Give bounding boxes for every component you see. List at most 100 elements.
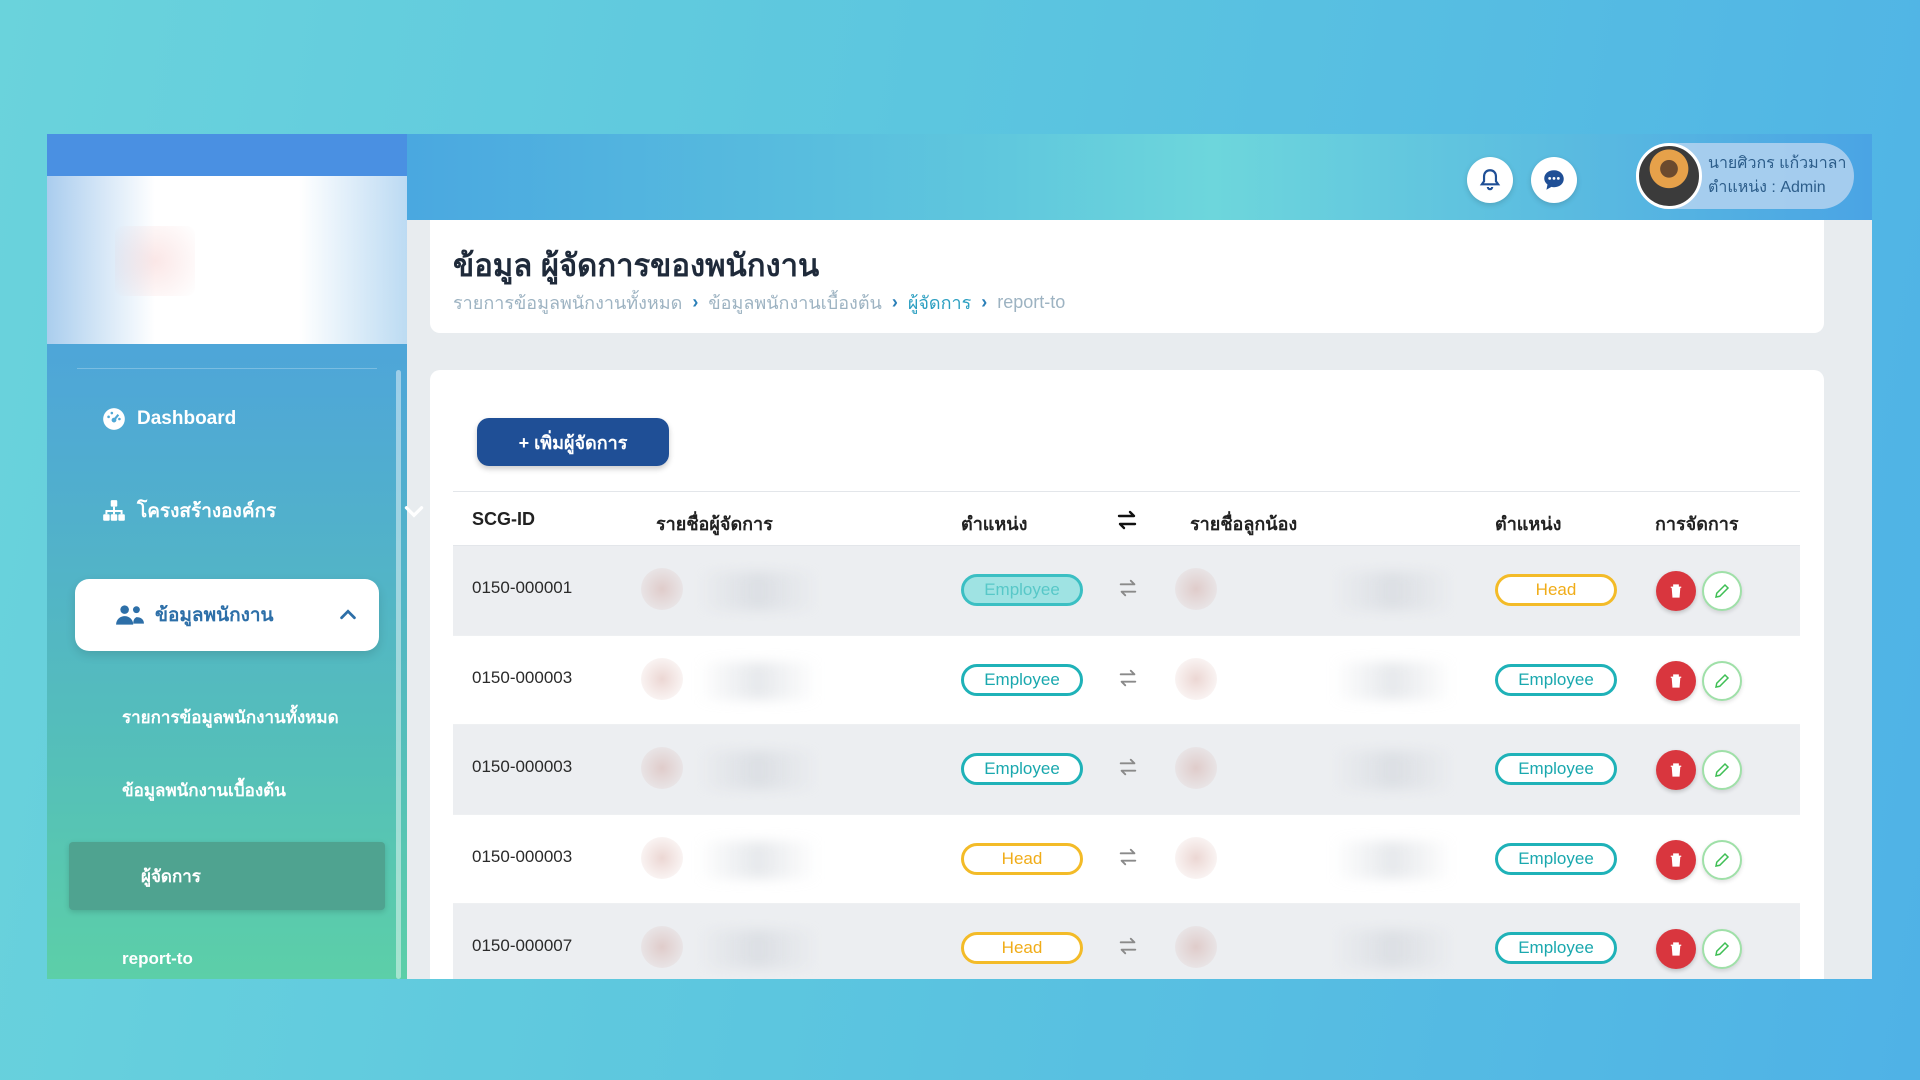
- delete-button[interactable]: [1656, 660, 1696, 701]
- add-manager-button[interactable]: + เพิ่มผู้จัดการ: [477, 418, 669, 466]
- swap-icon: [1117, 510, 1137, 530]
- sidebar-subitem-basic-info[interactable]: ข้อมูลพนักงานเบื้องต้น: [122, 777, 286, 804]
- manager-position-badge: Head: [961, 842, 1083, 875]
- delete-button[interactable]: [1656, 571, 1696, 611]
- manager-photo: [641, 747, 683, 789]
- table-row: 0150-000007 Head Employee: [453, 904, 1800, 979]
- scg-id-cell: 0150-000003: [472, 757, 573, 776]
- col-manager-position: ตำแหน่ง: [961, 514, 1028, 534]
- subordinate-name-redacted: [1333, 840, 1453, 879]
- delete-button[interactable]: [1656, 750, 1696, 790]
- swap-icon: [1119, 579, 1137, 597]
- bell-icon: [1479, 169, 1501, 191]
- user-name: นายศิวกร แก้วมาลา: [1708, 155, 1847, 172]
- delete-button[interactable]: [1656, 929, 1696, 969]
- subordinate-photo: [1175, 926, 1217, 968]
- pencil-icon: [1715, 941, 1730, 956]
- avatar: [1636, 143, 1702, 209]
- subordinate-photo: [1175, 747, 1217, 789]
- title-card: ข้อมูล ผู้จัดการของพนักงาน รายการข้อมูลพ…: [430, 220, 1824, 333]
- logo-area: [47, 176, 407, 344]
- sidebar-item-org-structure[interactable]: โครงสร้างองค์กร: [101, 496, 424, 526]
- manager-position-badge: Employee: [961, 574, 1083, 606]
- trash-icon: [1670, 763, 1682, 777]
- trash-icon: [1670, 673, 1682, 688]
- sidebar-item-label: โครงสร้างองค์กร: [137, 501, 277, 522]
- chevron-down-icon[interactable]: [401, 498, 427, 524]
- col-actions: การจัดการ: [1655, 514, 1739, 534]
- col-manager-name: รายชื่อผู้จัดการ: [656, 514, 773, 534]
- manager-photo: [641, 657, 683, 700]
- scg-id-cell: 0150-000001: [472, 578, 573, 597]
- subordinate-name-redacted: [1333, 751, 1453, 789]
- manager-position-badge: Employee: [961, 753, 1083, 785]
- page-title: ข้อมูล ผู้จัดการของพนักงาน: [453, 248, 820, 283]
- app-window: Dashboard โครงสร้างองค์กร ข้อมูลพนักงาน …: [47, 134, 1872, 979]
- sidebar-subitem-report-to[interactable]: report-to: [122, 949, 193, 969]
- user-role: ตำแหน่ง : Admin: [1708, 179, 1826, 196]
- scg-id-cell: 0150-000003: [472, 846, 573, 866]
- pencil-icon: [1715, 762, 1730, 777]
- sidebar-item-dashboard[interactable]: Dashboard: [101, 406, 236, 432]
- sidebar-item-label: ข้อมูลพนักงาน: [155, 605, 274, 626]
- edit-button[interactable]: [1702, 571, 1742, 611]
- sidebar-subitem-managers[interactable]: ผู้จัดการ: [69, 842, 385, 910]
- breadcrumb-item-managers[interactable]: ผู้จัดการ: [908, 288, 971, 317]
- trash-icon: [1670, 852, 1682, 867]
- users-icon: [116, 605, 144, 625]
- dashboard-icon: [103, 408, 125, 430]
- sidebar-subitem-all-employees[interactable]: รายการข้อมูลพนักงานทั้งหมด: [122, 704, 339, 731]
- subordinate-name-redacted: [1333, 661, 1453, 700]
- manager-name-redacted: [698, 572, 818, 610]
- subordinate-position-badge: Employee: [1495, 932, 1617, 964]
- pencil-icon: [1715, 852, 1730, 867]
- manager-name-redacted: [698, 751, 818, 789]
- col-scg-id: SCG-ID: [472, 509, 535, 529]
- breadcrumb-item-report-to: report-to: [997, 292, 1066, 312]
- edit-button[interactable]: [1702, 750, 1742, 790]
- chevron-up-icon[interactable]: [337, 604, 359, 626]
- pencil-icon: [1715, 583, 1730, 598]
- table-row: 0150-000003 Employee Employee: [453, 725, 1800, 815]
- manager-table: SCG-ID รายชื่อผู้จัดการ ตำแหน่ง รายชื่อล…: [453, 491, 1800, 979]
- subordinate-photo: [1175, 657, 1217, 700]
- table-header: SCG-ID รายชื่อผู้จัดการ ตำแหน่ง รายชื่อล…: [453, 491, 1800, 546]
- subordinate-name-redacted: [1333, 930, 1453, 968]
- subordinate-photo: [1175, 836, 1217, 879]
- chevron-right-icon: ›: [981, 292, 988, 312]
- manager-photo: [641, 926, 683, 968]
- edit-button[interactable]: [1702, 660, 1742, 701]
- swap-icon: [1119, 937, 1137, 955]
- breadcrumb-item-basic-info[interactable]: ข้อมูลพนักงานเบื้องต้น: [708, 288, 881, 317]
- manager-photo: [641, 836, 683, 879]
- subordinate-position-badge: Head: [1495, 574, 1617, 606]
- chat-icon: [1544, 170, 1564, 190]
- delete-button[interactable]: [1656, 839, 1696, 880]
- notification-button[interactable]: [1467, 157, 1513, 203]
- user-profile[interactable]: นายศิวกร แก้วมาลา ตำแหน่ง : Admin: [1636, 143, 1854, 209]
- table-row: 0150-000001 Employee Head: [453, 546, 1800, 636]
- manager-name-redacted: [698, 930, 818, 968]
- breadcrumb: รายการข้อมูลพนักงานทั้งหมด › ข้อมูลพนักง…: [453, 288, 1065, 317]
- edit-button[interactable]: [1702, 839, 1742, 880]
- manager-name-redacted: [698, 661, 818, 700]
- sidebar-divider: [77, 368, 377, 369]
- breadcrumb-item-all-employees[interactable]: รายการข้อมูลพนักงานทั้งหมด: [453, 288, 682, 317]
- manager-name-redacted: [698, 840, 818, 879]
- sidebar-scrollbar[interactable]: [396, 370, 401, 979]
- subordinate-position-badge: Employee: [1495, 753, 1617, 785]
- sidebar-top-strip: [47, 134, 407, 176]
- scg-id-cell: 0150-000003: [472, 667, 573, 687]
- sidebar-item-employee-info[interactable]: ข้อมูลพนักงาน: [75, 579, 379, 651]
- edit-button[interactable]: [1702, 929, 1742, 969]
- manager-table-card: + เพิ่มผู้จัดการ SCG-ID รายชื่อผู้จัดการ…: [430, 370, 1824, 979]
- subordinate-name-redacted: [1333, 572, 1453, 610]
- subordinate-position-badge: Employee: [1495, 842, 1617, 875]
- manager-photo: [641, 568, 683, 610]
- chat-button[interactable]: [1531, 157, 1577, 203]
- sidebar-item-label: Dashboard: [137, 408, 237, 429]
- manager-position-badge: Head: [961, 932, 1083, 964]
- manager-position-badge: Employee: [961, 663, 1083, 696]
- trash-icon: [1670, 584, 1682, 598]
- chevron-right-icon: ›: [891, 292, 898, 312]
